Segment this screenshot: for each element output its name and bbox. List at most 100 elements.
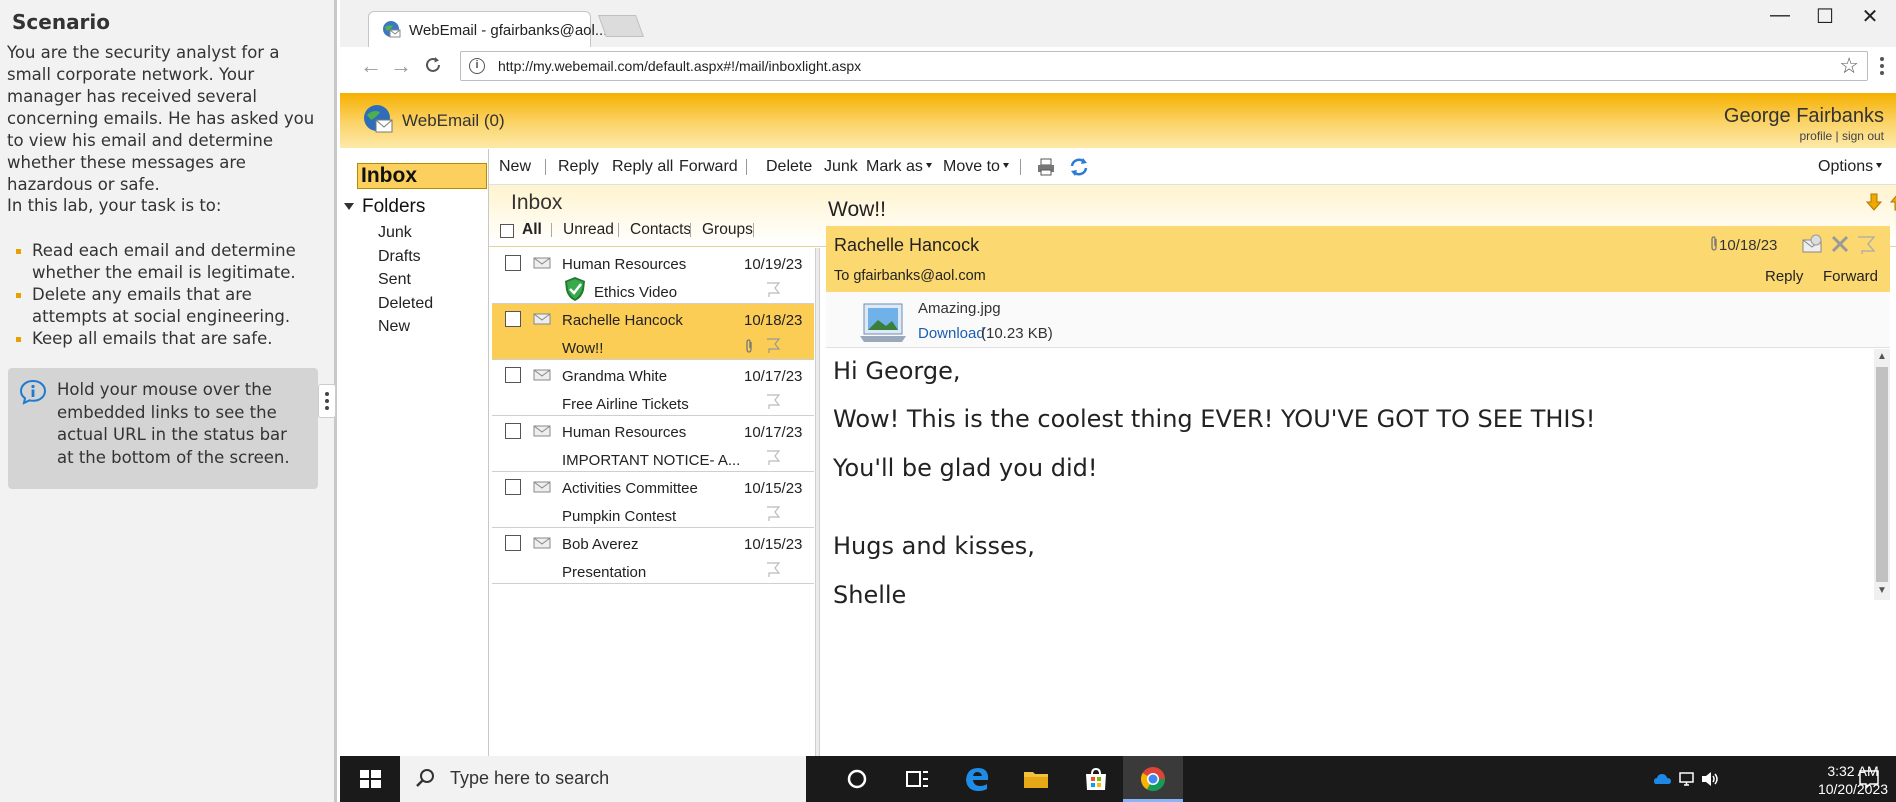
flag-icon[interactable]: [765, 505, 781, 521]
browser-tab[interactable]: WebEmail - gfairbanks@aol....: [368, 11, 612, 47]
sync-icon[interactable]: [1069, 157, 1089, 177]
message-checkbox[interactable]: [505, 535, 521, 551]
user-name: George Fairbanks: [1723, 105, 1884, 127]
message-row[interactable]: Human Resources 10/19/23 Ethics Video: [492, 248, 814, 304]
junk-button[interactable]: Junk: [824, 158, 858, 176]
message-checkbox[interactable]: [505, 479, 521, 495]
previous-message-arrow-icon[interactable]: [1890, 193, 1896, 211]
options-menu[interactable]: Options: [1818, 158, 1883, 176]
filter-separator: [690, 223, 691, 237]
url-text[interactable]: http://my.webemail.com/default.aspx#!/ma…: [498, 58, 861, 74]
flag-icon[interactable]: [765, 337, 781, 353]
scenario-task-lead: In this lab, your task is to:: [7, 196, 222, 215]
microsoft-store-icon[interactable]: [1081, 764, 1111, 794]
select-all-checkbox[interactable]: [500, 224, 514, 238]
folder-sent[interactable]: Sent: [378, 271, 411, 289]
task-view-icon[interactable]: [902, 764, 932, 794]
close-window-button[interactable]: ✕: [1850, 4, 1890, 30]
folders-heading[interactable]: Folders: [344, 196, 425, 218]
pane-splitter[interactable]: [815, 248, 820, 756]
cortana-icon[interactable]: [842, 764, 872, 794]
message-list: Human Resources 10/19/23 Ethics Video Ra…: [492, 248, 814, 756]
windows-start-icon[interactable]: [355, 764, 385, 794]
edge-browser-icon[interactable]: [962, 764, 992, 794]
chrome-taskbar-button[interactable]: [1123, 756, 1183, 802]
folder-drafts[interactable]: Drafts: [378, 248, 421, 266]
scrollbar-thumb[interactable]: [1876, 367, 1888, 582]
body-line: Hi George,: [833, 357, 961, 385]
mark-read-envelope-icon[interactable]: [1801, 234, 1823, 254]
bookmark-star-icon[interactable]: ☆: [1839, 53, 1859, 79]
taskbar-search[interactable]: Type here to search: [400, 756, 806, 802]
folder-inbox[interactable]: Inbox: [357, 163, 487, 189]
message-checkbox[interactable]: [505, 423, 521, 439]
filter-contacts[interactable]: Contacts: [630, 221, 691, 239]
folder-deleted[interactable]: Deleted: [378, 295, 433, 313]
back-arrow-icon[interactable]: ←: [360, 53, 382, 79]
message-checkbox[interactable]: [505, 367, 521, 383]
filter-unread[interactable]: Unread: [563, 221, 614, 239]
file-explorer-icon[interactable]: [1021, 764, 1051, 794]
mark-as-menu[interactable]: Mark as: [866, 158, 932, 176]
profile-signout-links[interactable]: profile | sign out: [1800, 129, 1885, 143]
forward-link[interactable]: Forward: [1823, 268, 1878, 285]
reading-pane: Wow!! Rachelle Hancock 10/18/23 To gfair…: [824, 193, 1896, 756]
filter-all[interactable]: All: [522, 221, 542, 239]
message-row[interactable]: Human Resources 10/17/23 IMPORTANT NOTIC…: [492, 416, 814, 472]
toolbar-separator: [1020, 159, 1021, 175]
reply-link[interactable]: Reply: [1765, 268, 1803, 285]
reload-icon[interactable]: [423, 55, 443, 75]
download-link[interactable]: Download: [918, 325, 985, 342]
windows-taskbar: Type here to search 3:32 AM 10/20/2023: [340, 756, 1896, 802]
flag-icon[interactable]: [765, 449, 781, 465]
flag-icon[interactable]: [1855, 234, 1877, 254]
message-row[interactable]: Grandma White 10/17/23 Free Airline Tick…: [492, 360, 814, 416]
new-tab-button[interactable]: [597, 15, 645, 37]
filter-separator: [753, 223, 754, 237]
forward-button[interactable]: Forward: [679, 158, 738, 176]
toolbar-separator: [545, 159, 546, 175]
next-message-arrow-icon[interactable]: [1866, 193, 1882, 211]
flag-icon[interactable]: [765, 393, 781, 409]
site-info-icon[interactable]: i: [469, 58, 485, 74]
minimize-button[interactable]: —: [1760, 4, 1800, 30]
onedrive-icon[interactable]: [1653, 769, 1673, 789]
message-subject: IMPORTANT NOTICE- A...: [562, 452, 741, 469]
notification-icon[interactable]: [1858, 768, 1880, 790]
tab-title: WebEmail - gfairbanks@aol....: [409, 22, 612, 39]
delete-x-icon[interactable]: [1829, 234, 1851, 254]
folder-junk[interactable]: Junk: [378, 224, 412, 242]
body-scrollbar[interactable]: ▲ ▼: [1874, 349, 1890, 600]
address-bar[interactable]: i http://my.webemail.com/default.aspx#!/…: [460, 51, 1868, 81]
message-checkbox[interactable]: [505, 255, 521, 271]
filter-groups[interactable]: Groups: [702, 221, 753, 239]
reply-all-button[interactable]: Reply all: [612, 158, 673, 176]
scroll-up-icon[interactable]: ▲: [1877, 351, 1887, 362]
message-row[interactable]: Activities Committee 10/15/23 Pumpkin Co…: [492, 472, 814, 528]
move-to-menu[interactable]: Move to: [943, 158, 1009, 176]
volume-icon[interactable]: [1700, 769, 1720, 789]
maximize-button[interactable]: ☐: [1805, 4, 1845, 30]
network-icon[interactable]: [1678, 769, 1698, 789]
clock-time: 3:32 AM: [1827, 763, 1879, 779]
reply-button[interactable]: Reply: [558, 158, 599, 176]
browser-menu-icon[interactable]: [1880, 57, 1886, 75]
message-recipient: To gfairbanks@aol.com: [834, 268, 986, 284]
delete-button[interactable]: Delete: [766, 158, 812, 176]
message-sender: Bob Averez: [562, 536, 639, 553]
message-row-selected[interactable]: Rachelle Hancock 10/18/23 Wow!!: [492, 304, 814, 360]
system-clock[interactable]: 3:32 AM 10/20/2023: [1808, 762, 1896, 798]
message-checkbox[interactable]: [505, 311, 521, 327]
print-icon[interactable]: [1036, 157, 1056, 177]
folder-new[interactable]: New: [378, 318, 410, 336]
flag-icon[interactable]: [765, 281, 781, 297]
image-file-icon: [860, 303, 906, 342]
inbox-title: Inbox: [511, 191, 563, 214]
new-button[interactable]: New: [499, 158, 531, 176]
flag-icon[interactable]: [765, 561, 781, 577]
collapse-triangle-icon[interactable]: [344, 203, 354, 210]
message-row[interactable]: Bob Averez 10/15/23 Presentation: [492, 528, 814, 584]
scroll-down-icon[interactable]: ▼: [1877, 585, 1887, 596]
forward-arrow-icon[interactable]: →: [390, 53, 412, 79]
panel-resize-handle[interactable]: [318, 384, 336, 418]
